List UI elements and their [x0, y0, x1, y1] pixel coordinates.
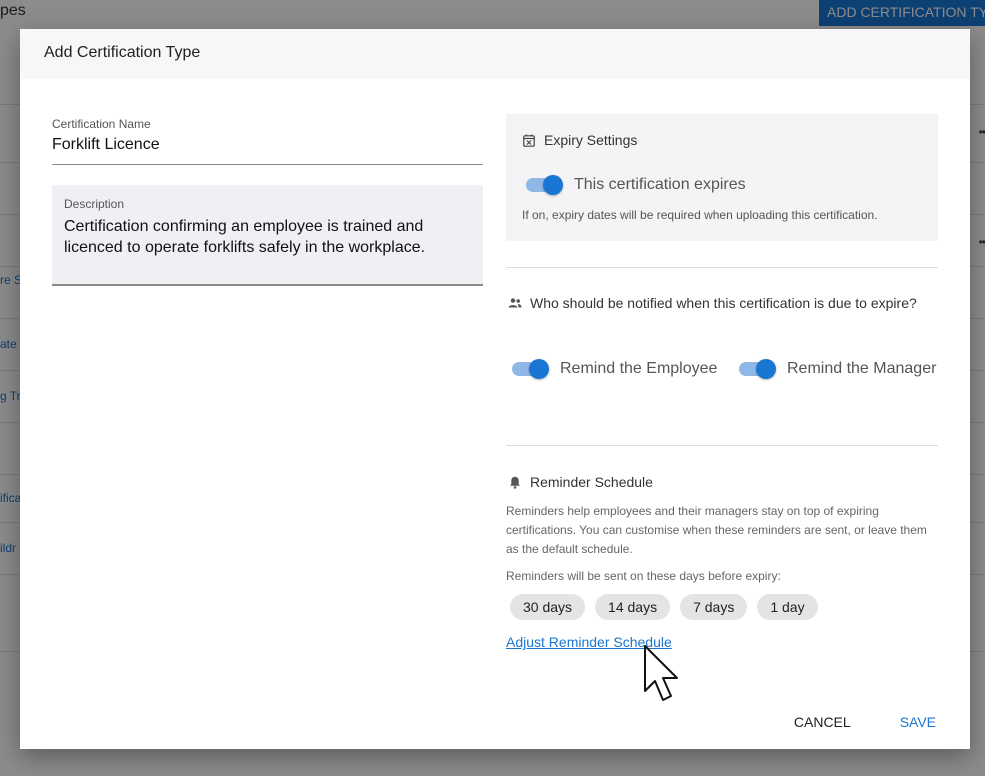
reminder-days-label: Reminders will be sent on these days bef…: [506, 569, 781, 583]
reminder-description: Reminders help employees and their manag…: [506, 504, 927, 556]
certification-name-field[interactable]: Certification Name Forklift Licence: [52, 117, 483, 165]
cancel-button[interactable]: CANCEL: [794, 714, 851, 730]
reminder-chip-1-day: 1 day: [757, 594, 818, 620]
expiry-settings-title: Expiry Settings: [544, 132, 638, 148]
remind-manager-toggle[interactable]: [739, 359, 776, 379]
dialog-actions: CANCEL SAVE: [794, 714, 936, 730]
save-button[interactable]: SAVE: [900, 714, 936, 730]
notify-title: Who should be notified when this certifi…: [530, 295, 917, 311]
reminder-chip-14-days: 14 days: [595, 594, 671, 620]
certification-name-label: Certification Name: [52, 117, 151, 131]
mouse-cursor-icon: [643, 644, 681, 707]
people-icon: [508, 296, 522, 310]
description-label: Description: [64, 197, 125, 211]
divider: [506, 267, 938, 268]
expiry-settings-card: Expiry Settings This certification expir…: [506, 114, 938, 241]
reminder-chip-7-days: 7 days: [680, 594, 748, 620]
calendar-icon: [522, 133, 536, 147]
expires-toggle[interactable]: [526, 174, 563, 195]
expiry-hint: If on, expiry dates will be required whe…: [522, 207, 878, 222]
reminder-chips: 30 days 14 days 7 days 1 day: [510, 594, 818, 620]
dialog-title: Add Certification Type: [20, 29, 970, 79]
add-certification-type-dialog: Add Certification Type Certification Nam…: [20, 29, 970, 749]
certification-name-input[interactable]: Forklift Licence: [52, 136, 483, 154]
divider: [506, 445, 938, 446]
remind-employee-toggle[interactable]: [512, 359, 549, 379]
description-field[interactable]: Description Certification confirming an …: [52, 185, 483, 286]
expires-toggle-label: This certification expires: [574, 175, 746, 193]
description-textarea[interactable]: Certification confirming an employee is …: [64, 216, 471, 258]
remind-manager-label: Remind the Manager: [787, 360, 937, 377]
reminder-chip-30-days: 30 days: [510, 594, 586, 620]
reminder-schedule-title: Reminder Schedule: [530, 474, 653, 490]
remind-employee-label: Remind the Employee: [560, 360, 718, 377]
bell-icon: [508, 475, 522, 489]
